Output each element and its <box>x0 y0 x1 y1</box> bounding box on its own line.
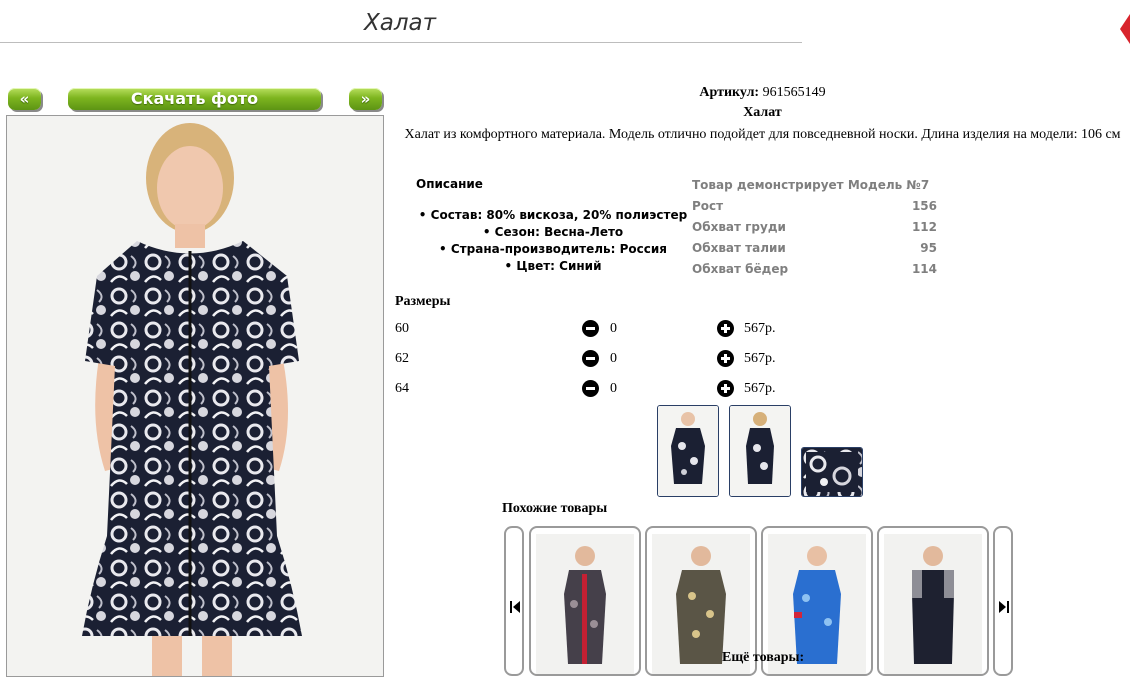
brand-corner-icon <box>1120 14 1130 44</box>
size-label: 62 <box>395 351 409 366</box>
model-measurements: Товар демонстрирует Модель №7 Рост 156 О… <box>692 176 937 281</box>
carousel-next-button[interactable] <box>993 526 1013 676</box>
article-label: Артикул: <box>699 85 760 100</box>
spec-item: • Сезон: Весна-Лето <box>482 225 624 239</box>
model-row: Обхват груди 112 <box>692 218 937 239</box>
thumbnail-image <box>730 406 790 496</box>
thumbnail-image <box>658 406 718 496</box>
size-row: 62 0 567р. <box>395 348 795 370</box>
skip-forward-icon <box>999 601 1009 613</box>
model-heading: Товар демонстрирует Модель №7 <box>692 176 937 197</box>
spec-item: • Страна-производитель: Россия <box>439 242 667 256</box>
similar-product-card[interactable] <box>877 526 989 676</box>
model-row-label: Рост <box>692 199 724 213</box>
minus-circle-icon[interactable] <box>582 320 599 337</box>
dress-photo-image <box>7 116 383 676</box>
product-description: Халат из комфортного материала. Модель о… <box>404 127 1121 142</box>
carousel-prev-button[interactable] <box>504 526 524 676</box>
sizes-title: Размеры <box>395 294 451 309</box>
prev-photo-button[interactable]: « <box>8 88 41 110</box>
title-divider <box>0 42 802 43</box>
size-quantity: 0 <box>610 321 617 336</box>
photo-thumbnail-side[interactable] <box>729 405 791 497</box>
model-row-value: 112 <box>911 220 937 234</box>
model-row-label: Обхват груди <box>692 220 786 234</box>
page-title: Халат <box>363 10 437 36</box>
spec-heading: Описание <box>416 177 483 191</box>
article-line: Артикул: 961565149 <box>395 85 1130 101</box>
size-quantity: 0 <box>610 381 617 396</box>
model-row: Рост 156 <box>692 197 937 218</box>
minus-circle-icon[interactable] <box>582 380 599 397</box>
thumbnail-image <box>802 448 862 496</box>
spec-item: • Состав: 80% вискоза, 20% полиэстер <box>418 208 688 222</box>
model-row: Обхват талии 95 <box>692 239 937 260</box>
similar-product-image <box>884 534 982 674</box>
model-row-label: Обхват бёдер <box>692 262 789 276</box>
size-row: 60 0 567р. <box>395 318 795 340</box>
photo-thumbnail-fabric[interactable] <box>801 447 863 497</box>
similar-products-title: Похожие товары <box>502 501 608 516</box>
article-value: 961565149 <box>762 85 826 100</box>
size-label: 60 <box>395 321 409 336</box>
model-row-value: 156 <box>911 199 937 213</box>
size-price: 567р. <box>744 381 776 396</box>
size-price: 567р. <box>744 321 776 336</box>
plus-circle-icon[interactable] <box>717 350 734 367</box>
main-product-photo[interactable] <box>6 115 384 677</box>
size-quantity: 0 <box>610 351 617 366</box>
model-row-value: 114 <box>911 262 937 276</box>
next-photo-button[interactable]: » <box>349 88 382 110</box>
download-photo-button[interactable]: Скачать фото <box>68 88 321 110</box>
photo-thumbnail-front[interactable] <box>657 405 719 497</box>
plus-circle-icon[interactable] <box>717 380 734 397</box>
size-label: 64 <box>395 381 409 396</box>
model-row-value: 95 <box>920 241 937 255</box>
model-row: Обхват бёдер 114 <box>692 260 937 281</box>
spec-item: • Цвет: Синий <box>504 259 602 273</box>
spec-block: Описание • Состав: 80% вискоза, 20% поли… <box>416 177 690 275</box>
product-name: Халат <box>743 105 782 120</box>
plus-circle-icon[interactable] <box>717 320 734 337</box>
similar-product-card[interactable] <box>529 526 641 676</box>
size-price: 567р. <box>744 351 776 366</box>
skip-back-icon <box>510 601 520 613</box>
similar-product-image <box>536 534 634 674</box>
size-row: 64 0 567р. <box>395 378 795 400</box>
model-heading-text: Товар демонстрирует Модель №7 <box>692 178 930 192</box>
minus-circle-icon[interactable] <box>582 350 599 367</box>
model-row-label: Обхват талии <box>692 241 786 255</box>
